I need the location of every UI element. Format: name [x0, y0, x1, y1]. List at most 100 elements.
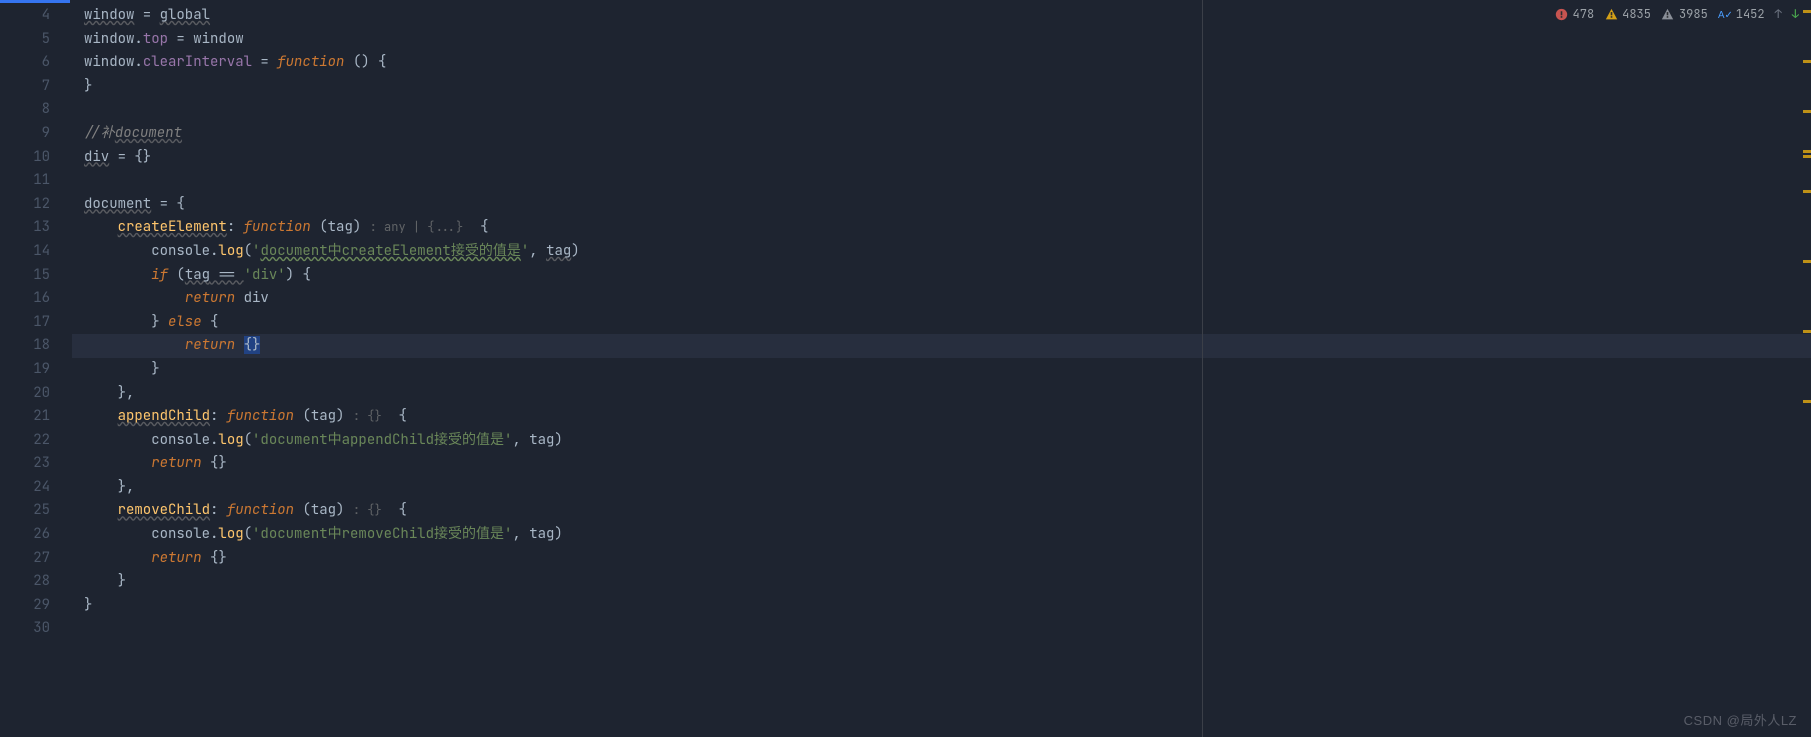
code-line[interactable]: } — [72, 358, 1811, 382]
code-token — [84, 525, 151, 543]
next-highlight-arrow[interactable]: ↓ — [1792, 6, 1799, 22]
code-line[interactable]: window = global — [72, 4, 1811, 28]
warning-mark[interactable] — [1803, 10, 1811, 13]
code-token: ( — [311, 218, 328, 236]
errors-indicator[interactable]: 478 — [1555, 6, 1595, 22]
code-line[interactable]: appendChild: function (tag) : {} { — [72, 405, 1811, 429]
code-line[interactable]: div = {} — [72, 146, 1811, 170]
line-number[interactable]: 25 — [0, 499, 72, 523]
line-number[interactable]: 27 — [0, 547, 72, 571]
code-line[interactable] — [72, 617, 1811, 641]
line-number[interactable]: 16 — [0, 287, 72, 311]
code-line[interactable]: return {} — [72, 452, 1811, 476]
code-token: : {} — [353, 408, 382, 424]
code-token: }, — [84, 384, 134, 402]
code-token: { — [382, 501, 407, 519]
warnings-indicator[interactable]: 4835 — [1604, 6, 1651, 22]
code-token: div — [84, 148, 109, 166]
code-line[interactable]: console.log('document中appendChild接受的值是',… — [72, 429, 1811, 453]
line-number-gutter[interactable]: 4567891011121314151617181920212223242526… — [0, 0, 72, 737]
code-line[interactable]: return div — [72, 287, 1811, 311]
line-number[interactable]: 22 — [0, 429, 72, 453]
code-token: ( — [168, 266, 185, 284]
code-line[interactable]: } else { — [72, 311, 1811, 335]
code-line[interactable]: return {} — [72, 547, 1811, 571]
warning-mark[interactable] — [1803, 330, 1811, 333]
weak-warnings-count: 3985 — [1679, 6, 1708, 22]
line-number[interactable]: 26 — [0, 523, 72, 547]
line-number[interactable]: 6 — [0, 51, 72, 75]
line-number[interactable]: 11 — [0, 169, 72, 193]
typos-count: 1452 — [1736, 6, 1765, 22]
code-token: tag — [311, 407, 336, 425]
line-number[interactable]: 20 — [0, 382, 72, 406]
code-token — [84, 336, 185, 354]
code-token: () { — [344, 53, 386, 71]
code-line[interactable]: window.top = window — [72, 28, 1811, 52]
code-line[interactable]: } — [72, 570, 1811, 594]
line-number[interactable]: 24 — [0, 476, 72, 500]
code-line[interactable]: createElement: function (tag) : any | {.… — [72, 216, 1811, 240]
error-stripe[interactable] — [1799, 0, 1811, 737]
code-line[interactable] — [72, 98, 1811, 122]
code-line[interactable]: console.log('document中createElement接受的值是… — [72, 240, 1811, 264]
code-line[interactable]: window.clearInterval = function () { — [72, 51, 1811, 75]
code-line[interactable]: }, — [72, 382, 1811, 406]
code-line[interactable]: console.log('document中removeChild接受的值是',… — [72, 523, 1811, 547]
line-number[interactable]: 19 — [0, 358, 72, 382]
line-number[interactable]: 4 — [0, 4, 72, 28]
line-number[interactable]: 9 — [0, 122, 72, 146]
code-line[interactable]: removeChild: function (tag) : {} { — [72, 499, 1811, 523]
code-line[interactable]: } — [72, 594, 1811, 618]
line-number[interactable]: 15 — [0, 264, 72, 288]
line-number[interactable]: 30 — [0, 617, 72, 641]
weak-warnings-indicator[interactable]: 3985 — [1661, 6, 1708, 22]
code-token: ) — [353, 218, 370, 236]
warning-mark[interactable] — [1803, 400, 1811, 403]
line-number[interactable]: 10 — [0, 146, 72, 170]
line-number[interactable]: 14 — [0, 240, 72, 264]
warning-mark[interactable] — [1803, 110, 1811, 113]
code-token: } — [84, 572, 126, 590]
code-line[interactable] — [72, 169, 1811, 193]
code-token: return — [151, 549, 201, 567]
code-token: {} — [202, 549, 227, 567]
warning-mark[interactable] — [1803, 150, 1811, 153]
line-number[interactable]: 12 — [0, 193, 72, 217]
typos-indicator[interactable]: A✓ 1452 — [1718, 6, 1765, 22]
code-line[interactable]: if (tag == 'div') { — [72, 264, 1811, 288]
warning-mark[interactable] — [1803, 260, 1811, 263]
code-token: function — [227, 407, 294, 425]
code-token: appendChild — [118, 407, 210, 425]
line-number[interactable]: 5 — [0, 28, 72, 52]
code-line[interactable]: }, — [72, 476, 1811, 500]
code-token: {} — [244, 336, 261, 354]
line-number[interactable]: 17 — [0, 311, 72, 335]
line-number[interactable]: 21 — [0, 405, 72, 429]
code-area[interactable]: window = globalwindow.top = windowwindow… — [72, 0, 1811, 737]
line-number[interactable]: 18 — [0, 334, 72, 358]
line-number[interactable]: 29 — [0, 594, 72, 618]
warning-mark[interactable] — [1803, 190, 1811, 193]
line-number[interactable]: 13 — [0, 216, 72, 240]
code-token: } — [84, 77, 92, 95]
line-number[interactable]: 28 — [0, 570, 72, 594]
code-token: } — [84, 360, 160, 378]
warning-mark[interactable] — [1803, 60, 1811, 63]
line-number[interactable]: 23 — [0, 452, 72, 476]
code-token: function — [227, 501, 294, 519]
code-line[interactable]: //补document — [72, 122, 1811, 146]
code-token: { — [382, 407, 407, 425]
code-line[interactable]: return {} — [72, 334, 1811, 358]
code-token: } — [84, 313, 168, 331]
code-token: : — [227, 218, 244, 236]
prev-highlight-arrow[interactable]: ↑ — [1775, 6, 1782, 22]
code-token: { — [202, 313, 219, 331]
code-line[interactable]: } — [72, 75, 1811, 99]
line-number[interactable]: 7 — [0, 75, 72, 99]
code-token: 'div' — [244, 266, 286, 284]
code-line[interactable]: document = { — [72, 193, 1811, 217]
code-token: createElement — [118, 218, 227, 236]
warning-mark[interactable] — [1803, 155, 1811, 158]
line-number[interactable]: 8 — [0, 98, 72, 122]
